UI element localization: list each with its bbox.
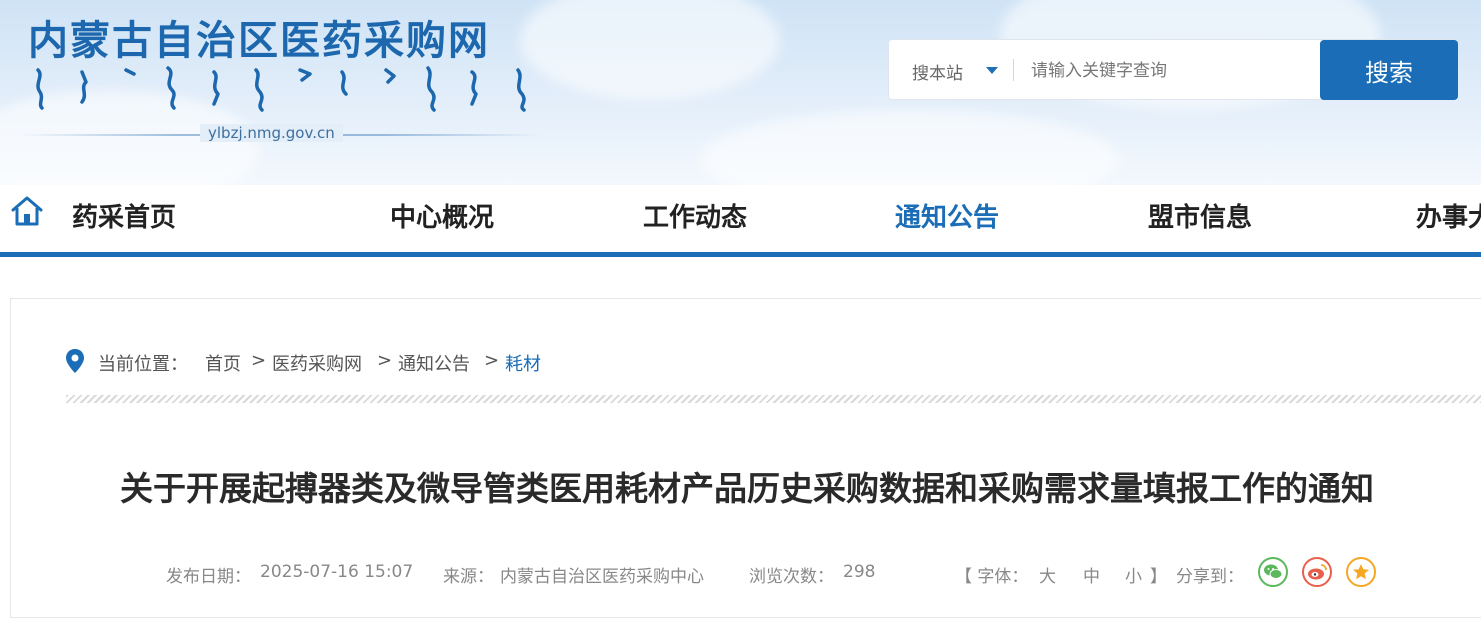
search-divider: [1013, 59, 1014, 81]
breadcrumb-separator: >: [251, 350, 267, 371]
nav-underline-bar: [0, 252, 1481, 257]
search-input[interactable]: [1029, 54, 1313, 88]
breadcrumb-separator: >: [484, 350, 500, 371]
site-domain: ylbzj.nmg.gov.cn: [200, 124, 343, 142]
search-button[interactable]: 搜索: [1320, 40, 1458, 100]
breadcrumb-separator: >: [377, 350, 393, 371]
font-size-medium[interactable]: 中: [1083, 562, 1100, 587]
font-size-bracket-close: 】: [1150, 567, 1167, 587]
favorite-icon[interactable]: [1346, 557, 1376, 587]
article-title: 关于开展起搏器类及微导管类医用耗材产品历史采购数据和采购需求量填报工作的通知: [120, 469, 1374, 508]
share-label: 分享到：: [1176, 567, 1244, 587]
chevron-down-icon[interactable]: [986, 67, 998, 74]
source: 内蒙古自治区医药采购中心: [500, 567, 704, 587]
breadcrumb-label: 当前位置：: [98, 354, 188, 375]
mongolian-script-logo: [36, 66, 526, 112]
location-pin-icon: [66, 349, 84, 373]
publish-date-label: 发布日期：: [166, 567, 251, 587]
nav-item-overview[interactable]: 中心概况: [390, 197, 494, 234]
breadcrumb-procurement-site[interactable]: 医药采购网: [272, 350, 362, 376]
breadcrumb-notices[interactable]: 通知公告: [398, 350, 470, 376]
home-icon[interactable]: [10, 194, 44, 228]
site-logo-title[interactable]: 内蒙古自治区医药采购网: [28, 8, 490, 66]
nav-item-city-info[interactable]: 盟市信息: [1148, 197, 1252, 234]
nav-item-notices[interactable]: 通知公告: [895, 197, 999, 234]
views-count: 298: [843, 562, 876, 582]
search-scope-select[interactable]: 搜本站: [912, 59, 963, 84]
weibo-icon[interactable]: [1302, 557, 1332, 587]
nav-item-news[interactable]: 工作动态: [643, 197, 747, 234]
font-size-label: 【 字体：: [955, 567, 1029, 587]
views-label: 浏览次数：: [749, 567, 834, 587]
font-size-small[interactable]: 小: [1125, 562, 1142, 587]
publish-date: 2025-07-16 15:07: [260, 562, 414, 582]
nav-item-home[interactable]: 药采首页: [72, 197, 176, 234]
nav-item-services[interactable]: 办事大: [1416, 197, 1481, 234]
source-label: 来源：: [443, 567, 494, 587]
font-size-large[interactable]: 大: [1039, 562, 1056, 587]
wechat-icon[interactable]: [1258, 557, 1288, 587]
breadcrumb-home[interactable]: 首页: [205, 350, 241, 376]
breadcrumb-consumables[interactable]: 耗材: [505, 350, 541, 376]
hatch-divider: [66, 395, 1481, 403]
